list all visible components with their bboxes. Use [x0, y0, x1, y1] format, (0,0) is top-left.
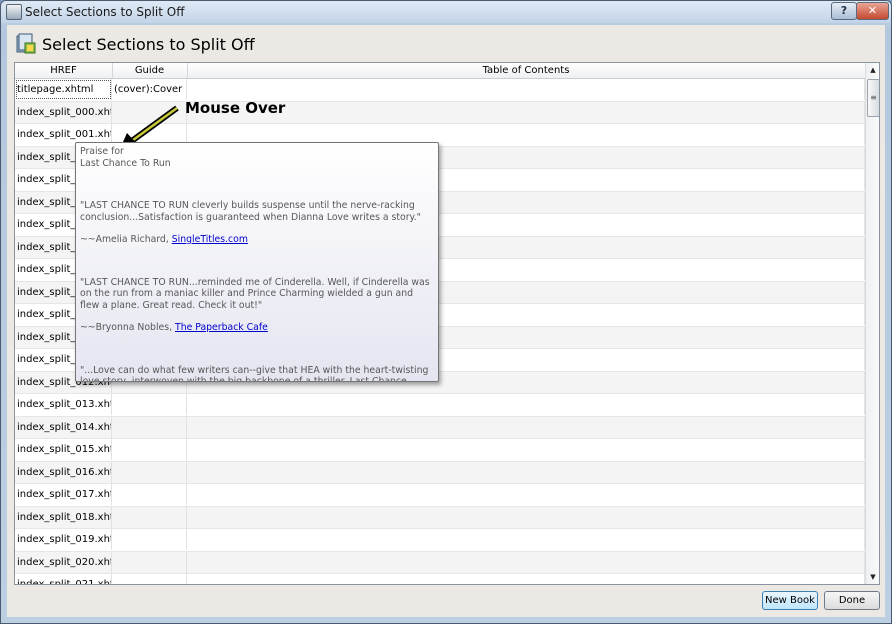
toc-cell[interactable]	[187, 439, 865, 460]
singletitles-link[interactable]: SingleTitles.com	[172, 234, 248, 245]
attribution-1-name: ~~Amelia Richard,	[80, 234, 172, 245]
table-header: HREF Guide Table of Contents	[15, 63, 866, 79]
href-cell[interactable]: index_split_015.xhtml	[15, 439, 112, 460]
href-cell[interactable]: index_split_014.xhtml	[15, 416, 112, 438]
vertical-scrollbar[interactable]: ▲ ≡ ▼	[865, 63, 879, 584]
help-button[interactable]: ?	[831, 2, 857, 20]
toc-cell[interactable]	[187, 574, 865, 584]
done-button[interactable]: Done	[824, 591, 880, 610]
dialog-body: Select Sections to Split Off HREF Guide …	[7, 25, 885, 617]
guide-cell[interactable]	[112, 529, 187, 550]
guide-cell[interactable]	[112, 574, 187, 584]
toc-tooltip: Praise for Last Chance To Run "LAST CHAN…	[75, 142, 439, 382]
table-row[interactable]: index_split_018.xhtml	[15, 506, 865, 529]
column-header-toc[interactable]: Table of Contents	[187, 63, 866, 78]
guide-cell[interactable]	[112, 439, 187, 460]
href-cell[interactable]: index_split_000.xhtml	[15, 101, 112, 123]
table-row[interactable]: index_split_014.xhtml	[15, 416, 865, 439]
scroll-thumb[interactable]: ≡	[867, 79, 879, 117]
href-cell[interactable]: index_split_013.xhtml	[15, 394, 112, 415]
tooltip-book-title: Last Chance To Run	[80, 157, 171, 169]
column-header-guide[interactable]: Guide	[112, 63, 188, 78]
toc-cell[interactable]	[187, 461, 865, 483]
mouse-over-annotation: Mouse Over	[185, 99, 286, 117]
toc-cell[interactable]	[187, 551, 865, 573]
href-cell[interactable]: index_split_018.xhtml	[15, 506, 112, 528]
guide-cell[interactable]: (cover):Cover	[112, 79, 187, 100]
toc-cell[interactable]	[187, 529, 865, 550]
toc-cell[interactable]	[187, 79, 865, 100]
href-cell[interactable]: index_split_017.xhtml	[15, 484, 112, 505]
table-row[interactable]: index_split_013.xhtml	[15, 394, 865, 417]
split-book-icon	[16, 33, 36, 54]
table-row[interactable]: index_split_016.xhtml	[15, 461, 865, 484]
tooltip-attribution-2: ~~Bryonna Nobles, The Paperback Cafe	[80, 322, 434, 334]
toc-cell[interactable]	[187, 484, 865, 505]
paperback-cafe-link[interactable]: The Paperback Cafe	[175, 322, 268, 333]
guide-cell[interactable]	[112, 416, 187, 438]
table-row[interactable]: index_split_017.xhtml	[15, 484, 865, 507]
guide-cell[interactable]	[112, 394, 187, 415]
table-row[interactable]: index_split_020.xhtml	[15, 551, 865, 574]
toc-cell[interactable]	[187, 416, 865, 438]
table-row[interactable]: index_split_015.xhtml	[15, 439, 865, 462]
app-icon	[6, 4, 22, 20]
column-header-href[interactable]: HREF	[15, 63, 113, 78]
guide-cell[interactable]	[112, 506, 187, 528]
tooltip-attribution-1: ~~Amelia Richard, SingleTitles.com	[80, 234, 434, 246]
guide-cell[interactable]	[112, 484, 187, 505]
table-row[interactable]: index_split_021.xhtml	[15, 574, 865, 584]
close-button[interactable]: ✕	[856, 2, 889, 20]
href-cell[interactable]: index_split_016.xhtml	[15, 461, 112, 483]
href-cell[interactable]: index_split_020.xhtml	[15, 551, 112, 573]
tooltip-quote-1: "LAST CHANCE TO RUN cleverly builds susp…	[80, 200, 421, 223]
title-bar[interactable]: Select Sections to Split Off ? ✕	[1, 1, 891, 23]
scroll-up-icon[interactable]: ▲	[866, 63, 879, 77]
toc-cell[interactable]	[187, 506, 865, 528]
toc-cell[interactable]	[187, 394, 865, 415]
window-title: Select Sections to Split Off	[25, 5, 185, 19]
tooltip-quote-3: "...Love can do what few writers can--gi…	[80, 364, 429, 382]
tooltip-heading: Praise for	[80, 146, 124, 157]
href-cell[interactable]: index_split_019.xhtml	[15, 529, 112, 550]
href-cell[interactable]: index_split_021.xhtml	[15, 574, 112, 584]
guide-cell[interactable]	[112, 461, 187, 483]
table-row[interactable]: index_split_019.xhtml	[15, 529, 865, 552]
scroll-down-icon[interactable]: ▼	[866, 570, 879, 584]
page-title: Select Sections to Split Off	[42, 35, 255, 54]
new-book-button[interactable]: New Book	[762, 591, 818, 610]
attribution-2-name: ~~Bryonna Nobles,	[80, 322, 176, 333]
toc-cell[interactable]	[187, 101, 865, 123]
tooltip-quote-2: "LAST CHANCE TO RUN...reminded me of Cin…	[80, 276, 430, 311]
href-cell[interactable]: titlepage.xhtml	[15, 79, 112, 100]
dialog-window: Select Sections to Split Off ? ✕ Select …	[0, 0, 892, 624]
guide-cell[interactable]	[112, 551, 187, 573]
